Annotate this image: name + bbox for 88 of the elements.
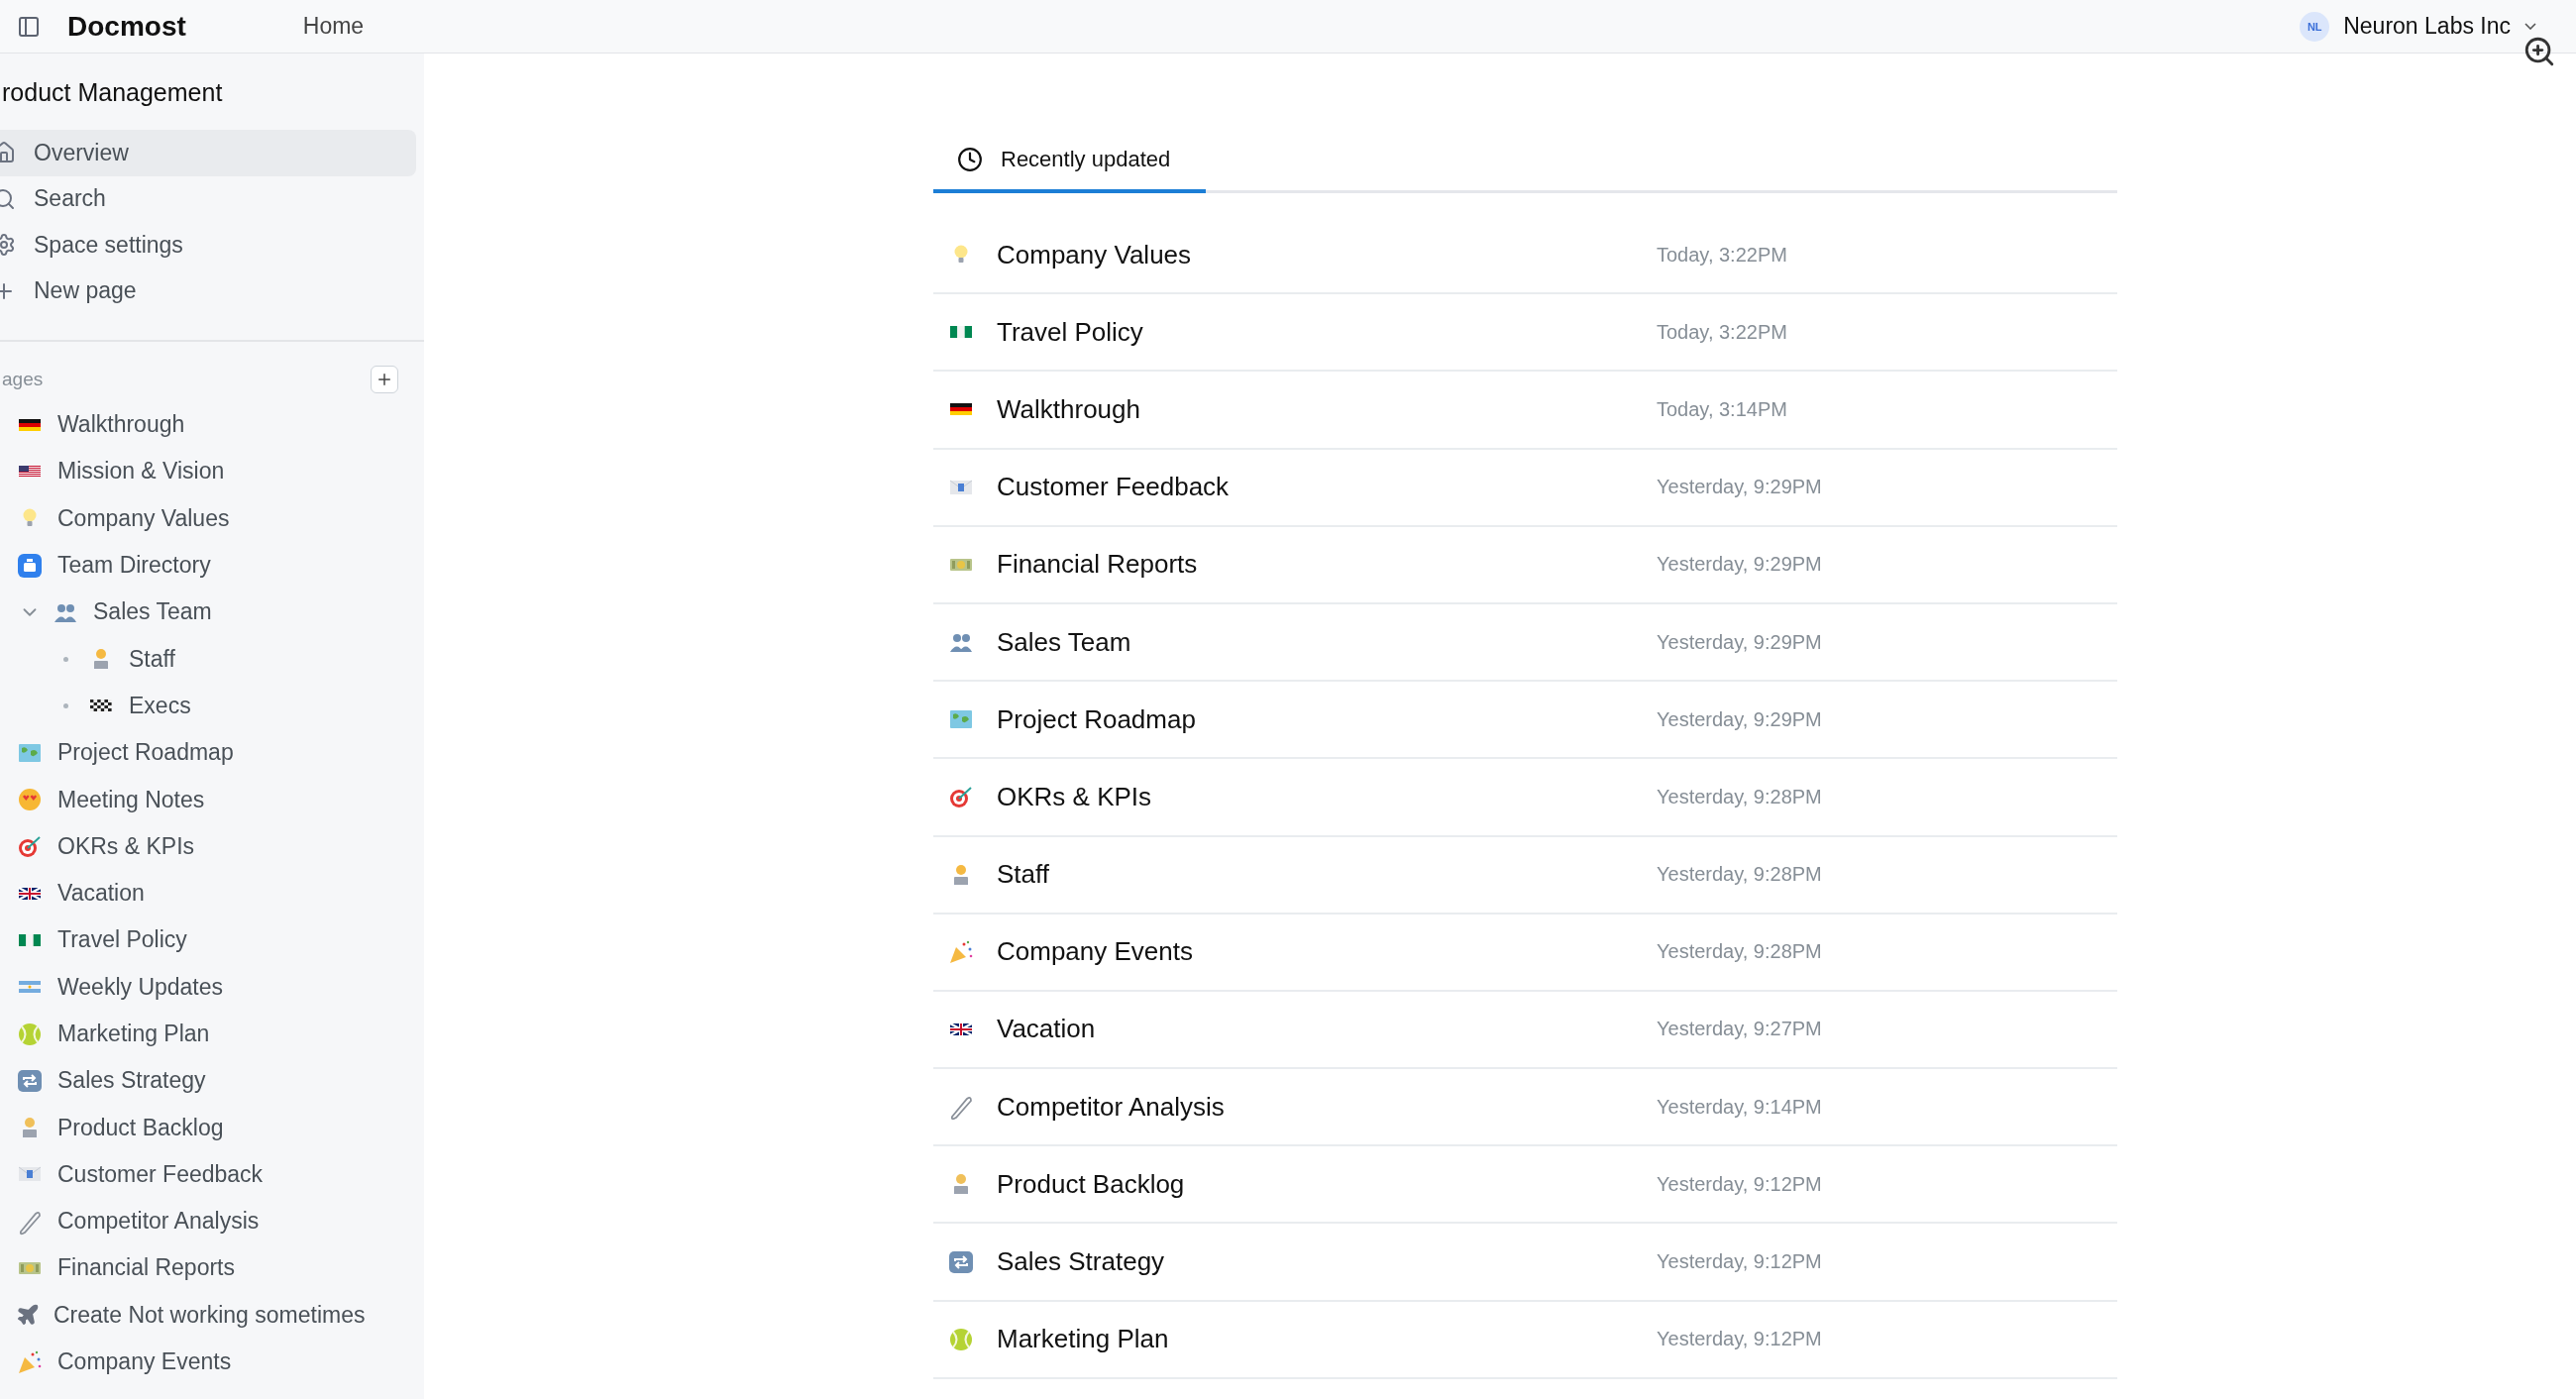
tab[interactable]: Recently updated	[933, 129, 1206, 193]
page-tree-item[interactable]: Sales Strategy	[0, 1057, 424, 1105]
page-tree-item[interactable]: Mission & Vision	[0, 448, 424, 495]
updated-time: Yesterday, 9:29PM	[1657, 630, 1822, 654]
page-tree-item[interactable]: Financial Reports	[0, 1244, 424, 1292]
page-title: OKRs & KPIs	[997, 781, 1153, 812]
page-tree-item[interactable]: Team Directory	[0, 541, 424, 590]
updated-time: Yesterday, 9:14PM	[1657, 1095, 1822, 1119]
page-tree-item[interactable]: Weekly Updates	[0, 963, 424, 1011]
updated-time: Yesterday, 9:29PM	[1657, 553, 1822, 577]
space-title: roduct Management	[1, 77, 224, 108]
section-heading: ages	[2, 369, 44, 390]
bullet-icon	[62, 656, 68, 662]
recent-page-row[interactable]: Project Roadmap Yesterday, 9:29PM	[933, 682, 2117, 760]
sidebar-nav-item[interactable]: Space settings	[0, 222, 416, 269]
workspace-avatar: NL	[2300, 11, 2330, 42]
page-tree-item[interactable]: Company Values	[0, 494, 424, 542]
workspace-menu-button[interactable]: NL Neuron Labs Inc	[2300, 11, 2536, 42]
heart-eyes-emoji-icon	[16, 786, 44, 813]
page-title: Travel Policy	[997, 316, 1144, 348]
recent-page-row[interactable]: Walkthrough Today, 3:14PM	[933, 372, 2117, 450]
sidebar-nav-item[interactable]: New page	[0, 268, 416, 314]
page-tree-item[interactable]: Execs	[0, 682, 424, 730]
page-title: Sales Team	[997, 626, 1132, 658]
page-tree-item[interactable]: Meeting Notes	[0, 776, 424, 823]
sidebar-nav-item[interactable]: Overview	[0, 130, 416, 176]
recent-page-row[interactable]: Product Backlog Yesterday, 9:12PM	[933, 1146, 2117, 1225]
recent-page-row[interactable]: Vacation Yesterday, 9:27PM	[933, 991, 2117, 1070]
recent-page-row[interactable]: Staff Yesterday, 9:28PM	[933, 836, 2117, 915]
updated-time: Today, 3:22PM	[1657, 243, 1787, 267]
updated-time: Yesterday, 9:27PM	[1657, 1018, 1822, 1041]
page-tree-item[interactable]: Staff	[0, 635, 424, 683]
recent-page-row[interactable]: Marketing Plan Yesterday, 9:12PM	[933, 1301, 2117, 1379]
updated-time: Today, 3:22PM	[1657, 320, 1787, 344]
page-tree-item[interactable]: Competitor Analysis	[0, 1198, 424, 1245]
page-title: Customer Feedback	[997, 472, 1231, 503]
updated-time: Today, 3:14PM	[1657, 397, 1787, 421]
recent-page-row[interactable]: OKRs & KPIs Yesterday, 9:28PM	[933, 759, 2117, 837]
page-title: Company Events	[997, 936, 1194, 968]
recent-page-row[interactable]: Customer Feedback Yesterday, 9:29PM	[933, 449, 2117, 527]
page-tree-item[interactable]: OKRs & KPIs	[0, 822, 424, 870]
airplane-icon	[16, 1303, 40, 1328]
zoom-in-icon[interactable]	[2522, 35, 2556, 68]
recent-page-row[interactable]: Competitor Analysis Yesterday, 9:14PM	[933, 1069, 2117, 1147]
page-tree-item[interactable]: Company Events	[0, 1338, 424, 1386]
clock-icon	[957, 146, 983, 172]
page-tree-item[interactable]: Vacation	[0, 869, 424, 917]
updated-time: Yesterday, 9:12PM	[1657, 1250, 1822, 1274]
page-tree-item[interactable]: Sales Team	[0, 589, 424, 636]
sidebar-nav-item[interactable]: Search	[0, 175, 416, 222]
page-title: Company Values	[997, 239, 1193, 270]
updated-time: Yesterday, 9:28PM	[1657, 863, 1822, 887]
page-title: Project Roadmap	[997, 703, 1197, 735]
page-tree-item[interactable]: Travel Policy	[0, 916, 424, 964]
page-title: Sales Strategy	[997, 1246, 1166, 1278]
page-tree-item[interactable]: Walkthrough	[0, 401, 424, 449]
page-tree-item[interactable]: Marketing Plan	[0, 1010, 424, 1058]
page-title: Walkthrough	[997, 393, 1141, 425]
page-title: Marketing Plan	[997, 1324, 1170, 1355]
id-badge-icon	[16, 551, 44, 580]
updated-time: Yesterday, 9:29PM	[1657, 476, 1822, 499]
recent-page-row[interactable]: Travel Policy Today, 3:22PM	[933, 294, 2117, 373]
page-title: Vacation	[997, 1014, 1097, 1045]
updated-time: Yesterday, 9:28PM	[1657, 785, 1822, 808]
page-title: Financial Reports	[997, 549, 1199, 581]
page-tree-item[interactable]: Create Not working sometimes	[0, 1291, 424, 1339]
page-tree-item[interactable]: Customer Feedback	[0, 1150, 424, 1199]
updated-time: Yesterday, 9:28PM	[1657, 940, 1822, 964]
recent-page-row[interactable]: Company Events Yesterday, 9:28PM	[933, 914, 2117, 992]
sidebar-panel-icon	[17, 14, 41, 39]
updated-time: Yesterday, 9:29PM	[1657, 707, 1822, 731]
plus-icon	[376, 371, 393, 388]
recent-page-row[interactable]: Financial Reports Yesterday, 9:29PM	[933, 526, 2117, 604]
page-tree-item[interactable]: Product Backlog	[0, 1104, 424, 1151]
recent-page-row[interactable]: Sales Team Yesterday, 9:29PM	[933, 603, 2117, 683]
page-tree-item[interactable]: Project Roadmap	[0, 729, 424, 777]
page-title: Product Backlog	[997, 1168, 1186, 1200]
page-title: Staff	[997, 859, 1050, 891]
add-page-button[interactable]	[371, 366, 398, 393]
home-link[interactable]: Home	[302, 13, 365, 40]
chevron-down-icon	[2524, 23, 2536, 30]
app-logo[interactable]: Docmost	[67, 10, 186, 43]
updated-time: Yesterday, 9:12PM	[1657, 1172, 1822, 1196]
recent-page-row[interactable]: Sales Strategy Yesterday, 9:12PM	[933, 1224, 2117, 1302]
page-title: Competitor Analysis	[997, 1091, 1226, 1123]
recent-page-row[interactable]: Company Values Today, 3:22PM	[933, 217, 2117, 295]
updated-time: Yesterday, 9:12PM	[1657, 1328, 1822, 1351]
bullet-icon	[62, 702, 68, 708]
